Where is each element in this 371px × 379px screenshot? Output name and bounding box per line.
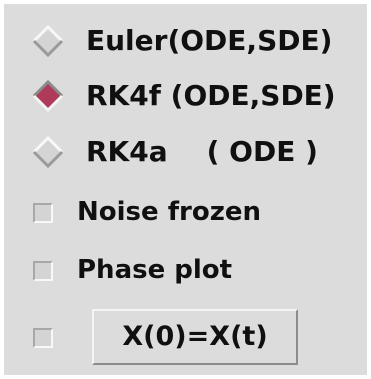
integrator-options-panel: Euler(ODE,SDE) RK4f (ODE,SDE) RK4a ( ODE… <box>4 4 367 375</box>
radio-diamond-icon <box>28 21 68 61</box>
checkbox-reset[interactable] <box>4 319 64 355</box>
checkbox-box-icon <box>33 261 53 281</box>
radio-rk4a[interactable]: RK4a ( ODE ) <box>4 132 367 172</box>
radio-euler-label: Euler(ODE,SDE) <box>86 24 333 57</box>
checkbox-phase-plot[interactable]: Phase plot <box>4 252 367 288</box>
checkbox-noise-frozen-label: Noise frozen <box>77 197 261 227</box>
radio-diamond-selected-icon <box>28 76 68 116</box>
radio-diamond-icon <box>28 132 68 172</box>
radio-rk4a-label: RK4a ( ODE ) <box>86 135 318 168</box>
checkbox-noise-frozen[interactable]: Noise frozen <box>4 194 367 230</box>
checkbox-box-icon <box>33 328 53 348</box>
set-initial-to-current-button[interactable]: X(0)=X(t) <box>92 309 298 365</box>
radio-rk4f[interactable]: RK4f (ODE,SDE) <box>4 76 367 116</box>
checkbox-phase-plot-label: Phase plot <box>77 255 233 285</box>
checkbox-box-icon <box>33 203 53 223</box>
radio-rk4f-label: RK4f (ODE,SDE) <box>86 79 336 112</box>
radio-euler[interactable]: Euler(ODE,SDE) <box>4 21 367 61</box>
